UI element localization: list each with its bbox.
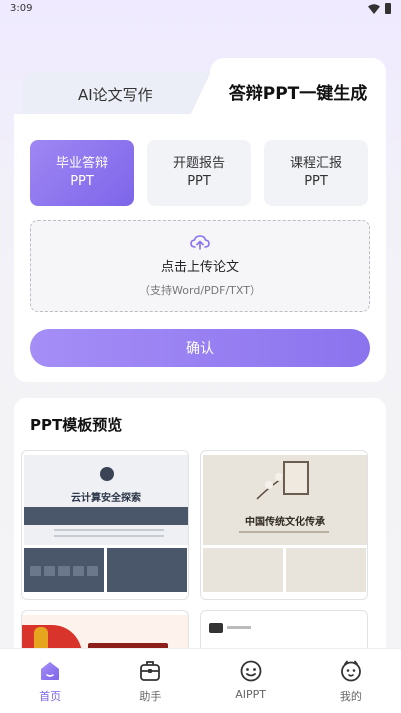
profile-icon: [340, 660, 361, 682]
template-meta-line: [239, 531, 329, 533]
template-card-cloud-security[interactable]: 云计算安全探索: [21, 450, 189, 600]
nav-label: 首页: [39, 690, 62, 703]
nav-label: AIPPT: [235, 688, 266, 701]
assistant-icon: [140, 661, 161, 681]
template-thumb-slide: [286, 548, 366, 592]
home-icon: [41, 662, 60, 680]
template-cover: 云计算安全探索: [24, 455, 188, 545]
status-time: 3:09: [10, 3, 33, 14]
template-thumb-row: [30, 566, 99, 576]
type-label-sub: PPT: [187, 174, 211, 189]
nav-label: 助手: [139, 690, 162, 703]
nav-home[interactable]: 首页: [0, 649, 100, 713]
template-preview-section: PPT模板预览 云计算安全探索 中国传统文化传承: [14, 398, 386, 658]
upload-hint: （支持Word/PDF/TXT）: [139, 284, 261, 297]
type-label: 毕业答辩: [55, 156, 108, 171]
upload-paper-area[interactable]: 点击上传论文 （支持Word/PDF/TXT）: [30, 220, 370, 312]
template-title: 中国传统文化传承: [245, 517, 325, 528]
template-meta-line: [227, 626, 251, 629]
upload-title: 点击上传论文: [160, 260, 239, 275]
type-graduation-defense[interactable]: 毕业答辩 PPT: [30, 140, 134, 206]
graduation-cap-icon: [209, 623, 223, 633]
status-bar: 3:09: [0, 0, 401, 20]
confirm-button[interactable]: 确认: [30, 329, 370, 367]
cloud-upload-icon: [190, 235, 210, 250]
type-proposal-report[interactable]: 开题报告 PPT: [147, 140, 251, 206]
nav-aippt[interactable]: AIPPT: [201, 649, 301, 713]
type-label-sub: PPT: [304, 174, 328, 189]
tab-defense-ppt[interactable]: 答辩PPT一键生成: [210, 58, 386, 120]
battery-icon: [385, 3, 391, 14]
template-cover: 中国传统文化传承: [203, 455, 367, 545]
type-course-report[interactable]: 课程汇报 PPT: [264, 140, 368, 206]
template-card-traditional-culture[interactable]: 中国传统文化传承: [200, 450, 368, 600]
type-label: 开题报告: [172, 156, 225, 171]
template-thumb-slide: [107, 548, 187, 592]
graduation-cap-icon: [100, 467, 114, 481]
generator-card: AI论文写作 答辩PPT一键生成 毕业答辩 PPT 开题报告 PPT 课程汇报 …: [14, 58, 386, 382]
aippt-icon: [240, 660, 262, 682]
template-meta-line: [54, 529, 164, 531]
nav-profile[interactable]: 我的: [301, 649, 401, 713]
nav-label: 我的: [339, 690, 362, 703]
template-thumb-slide: [24, 548, 104, 592]
bottom-navigation: 首页 助手 AIPPT 我的: [0, 648, 401, 713]
nav-assistant[interactable]: 助手: [100, 649, 200, 713]
type-label-sub: PPT: [70, 174, 94, 189]
lattice-window-decoration: [283, 461, 309, 495]
status-icons: [368, 3, 391, 14]
ppt-type-selector: 毕业答辩 PPT 开题报告 PPT 课程汇报 PPT: [30, 140, 368, 206]
wifi-icon: [368, 3, 380, 14]
section-title: PPT模板预览: [30, 416, 123, 434]
template-thumb-slide: [203, 548, 283, 592]
template-band: [24, 507, 188, 525]
type-label: 课程汇报: [289, 156, 342, 171]
card-body: 毕业答辩 PPT 开题报告 PPT 课程汇报 PPT 点击上传论文 （支持Wor…: [14, 114, 386, 382]
template-meta-line: [54, 535, 164, 537]
template-title: 云计算安全探索: [71, 493, 141, 504]
